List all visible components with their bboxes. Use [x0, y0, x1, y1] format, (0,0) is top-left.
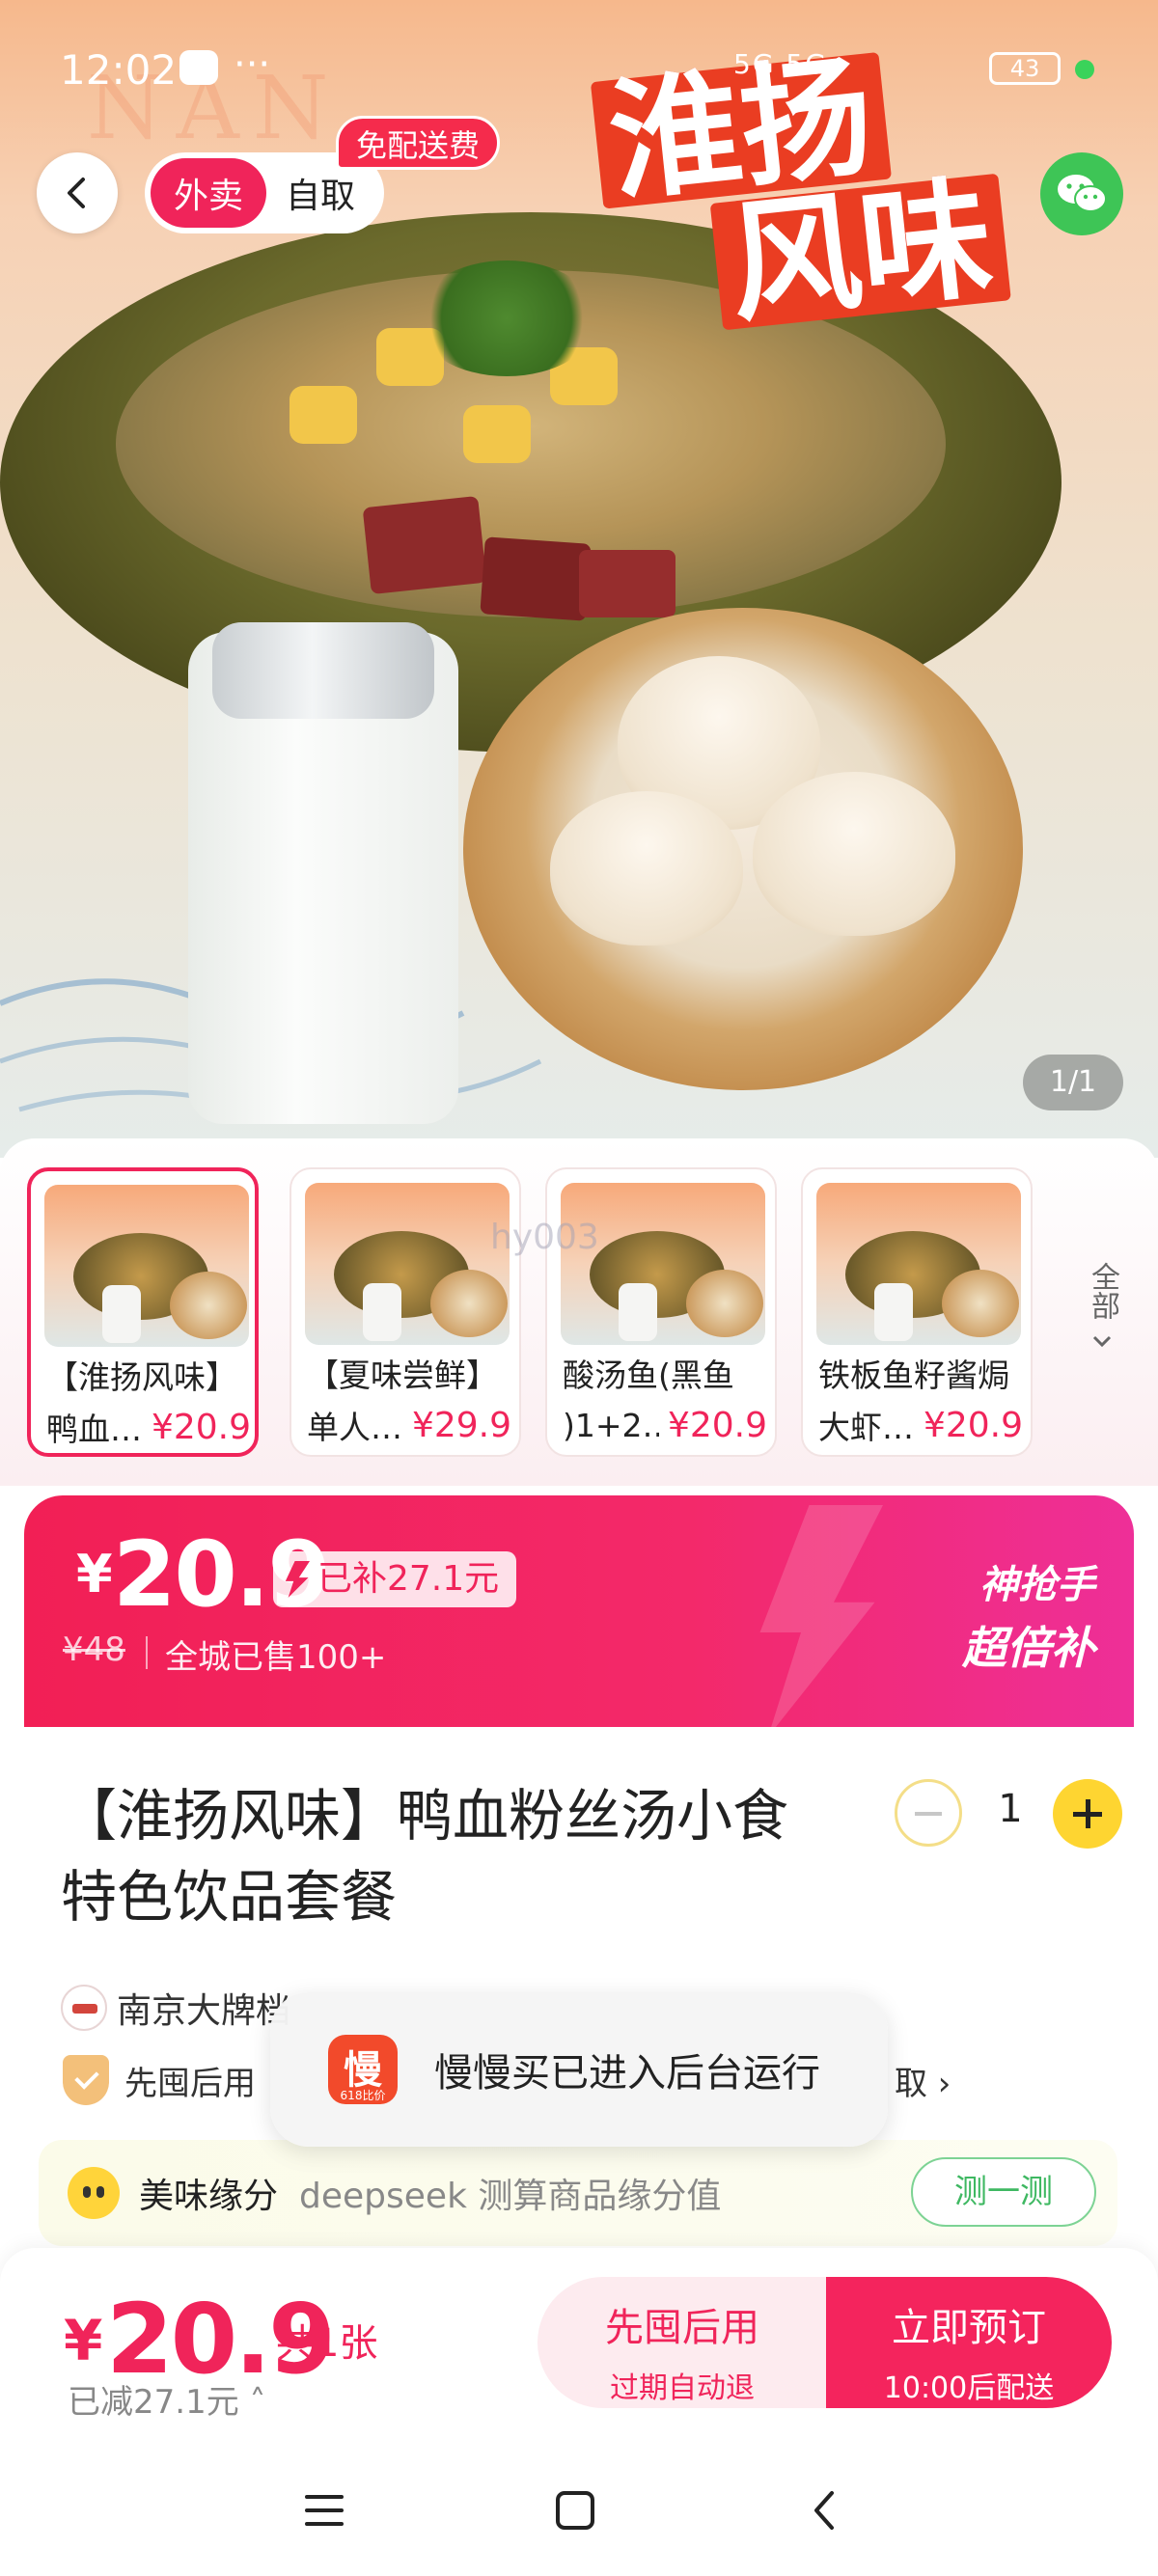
decrease-button[interactable]	[895, 1779, 962, 1847]
package-name: 酸汤鱼(黑鱼	[563, 1357, 734, 1394]
package-thumb-image	[561, 1183, 765, 1345]
herb-garnish	[415, 260, 598, 376]
discount-details[interactable]: 已减27.1元 ˄	[68, 2375, 266, 2423]
promo-tag-top: 神抢手	[979, 1563, 1095, 1607]
stock-up-label: 先囤后用	[605, 2306, 759, 2350]
quantity-value: 1	[998, 1787, 1023, 1831]
home-square-icon[interactable]	[546, 2481, 604, 2539]
package-selector: 【淮扬风味】 鸭血… ¥20.9 【夏味尝鲜】 单人… ¥29.9 酸汤鱼(黑鱼 )…	[0, 1138, 1158, 1486]
package-thumb-image	[44, 1185, 249, 1347]
quantity-stepper: 1	[868, 1777, 1128, 1850]
food-piece	[362, 495, 487, 595]
package-subname: 单人…	[307, 1409, 402, 1446]
status-time: 12:02	[60, 46, 178, 94]
match-test-button[interactable]: 测一测	[911, 2157, 1096, 2227]
price-banner: ¥ 20.9 已补27.1元 ¥48 全城已售100+ 神抢手 超倍补	[24, 1495, 1134, 1727]
battery-icon: 43	[989, 52, 1061, 85]
total-currency: ¥	[64, 2308, 103, 2373]
back-button[interactable]	[37, 152, 118, 233]
package-name: 【夏味尝鲜】	[307, 1357, 498, 1394]
share-button[interactable]	[1040, 152, 1123, 235]
shop-link[interactable]: 南京大牌档	[61, 1983, 290, 2033]
more-notifications: ···	[234, 42, 271, 87]
package-price: ¥20.9	[667, 1405, 767, 1445]
hero-title-line2: 风味	[709, 162, 1011, 342]
match-label: 美味缘分	[139, 2177, 279, 2216]
match-description: deepseek 测算商品缘分值	[299, 2177, 722, 2216]
credit-text: 先囤后用	[124, 2064, 256, 2103]
stock-up-sublabel: 过期自动退	[610, 2371, 755, 2405]
status-bar: 12:02 ··· 5G 5G 43	[0, 0, 1158, 135]
package-subname: )1+2…	[563, 1406, 659, 1444]
app-icon: 慢 618比价	[328, 2035, 398, 2104]
match-score-row: 美味缘分 deepseek 测算商品缘分值 测一测	[39, 2140, 1117, 2246]
package-thumb[interactable]: 【淮扬风味】 鸭血… ¥20.9	[27, 1167, 259, 1457]
package-thumb[interactable]: 酸汤鱼(黑鱼 )1+2…¥20.9	[545, 1167, 777, 1457]
menu-icon[interactable]	[295, 2481, 353, 2539]
sold-count: 全城已售100+	[165, 1638, 387, 1677]
price-currency: ¥	[76, 1544, 113, 1604]
face-icon	[68, 2167, 120, 2219]
toast-message: 慢慢买已进入后台运行	[434, 2051, 820, 2096]
app-icon-sub: 618比价	[340, 2089, 386, 2102]
package-thumb[interactable]: 【夏味尝鲜】 单人… ¥29.9	[290, 1167, 521, 1457]
order-now-label: 立即预订	[892, 2306, 1046, 2350]
all-packages-label: 全部	[1086, 1262, 1119, 1320]
subsidy-text: 已补27.1元	[317, 1559, 500, 1599]
promo-tag-bottom: 超倍补	[962, 1622, 1095, 1674]
soup-dumpling	[753, 772, 955, 936]
ticket-count: 共1张	[276, 2321, 378, 2366]
signal-icon: 5G 5G	[733, 48, 828, 80]
free-delivery-badge: 免配送费	[336, 116, 501, 170]
image-counter: 1/1	[1023, 1055, 1123, 1110]
jar-lid	[212, 622, 434, 719]
package-subname: 大虾…	[818, 1409, 914, 1446]
package-thumb[interactable]: 铁板鱼籽酱焗 大虾… ¥20.9	[801, 1167, 1033, 1457]
lightning-icon	[285, 1561, 310, 1598]
shield-icon	[63, 2055, 109, 2105]
shop-logo	[61, 1985, 107, 2031]
package-price: ¥20.9	[923, 1405, 1023, 1445]
status-dot	[1075, 60, 1094, 79]
toast-notification: 慢 618比价 慢慢买已进入后台运行	[270, 1992, 888, 2147]
product-title: 【淮扬风味】鸭血粉丝汤小食特色饮品套餐	[61, 1783, 789, 1930]
page: NAN 淮扬 风味 1/1 12:02 ··· 5G 5G 43 外卖 自取 免…	[0, 0, 1158, 2576]
all-packages-button[interactable]: 全部	[1073, 1262, 1131, 1360]
chevron-left-icon	[68, 178, 85, 208]
lightning-icon	[759, 1505, 883, 1727]
system-navigation-bar	[0, 2451, 1158, 2576]
food-piece	[579, 550, 676, 617]
package-thumb-image	[305, 1183, 510, 1345]
subsidy-badge: 已补27.1元	[273, 1551, 517, 1607]
original-price: ¥48	[63, 1631, 125, 1669]
package-name: 铁板鱼籽酱焗	[818, 1357, 1009, 1394]
credit-detail-link[interactable]: 取 ›	[895, 2057, 951, 2104]
mode-delivery-tab[interactable]: 外卖	[151, 158, 266, 228]
wechat-icon	[1058, 175, 1107, 212]
stock-up-button[interactable]: 先囤后用 过期自动退	[538, 2277, 827, 2408]
food-piece	[290, 386, 357, 444]
chevron-down-icon	[1092, 1335, 1112, 1348]
wechat-notification-icon	[179, 50, 218, 85]
overlay-watermark: hy003	[490, 1218, 599, 1257]
package-thumb-image	[816, 1183, 1021, 1345]
food-piece	[463, 405, 531, 463]
package-name: 【淮扬风味】	[46, 1358, 237, 1396]
package-price: ¥29.9	[411, 1405, 511, 1445]
nav-back-icon[interactable]	[797, 2481, 855, 2539]
soup-dumpling	[550, 791, 743, 945]
divider	[146, 1636, 148, 1669]
credit-info[interactable]: 先囤后用	[63, 2055, 256, 2105]
shop-name: 南京大牌档	[117, 1991, 291, 2031]
increase-button[interactable]	[1053, 1779, 1122, 1849]
order-now-button[interactable]: 立即预订 10:00后配送	[826, 2277, 1112, 2408]
package-subname: 鸭血…	[46, 1411, 142, 1448]
food-piece	[480, 536, 592, 621]
order-now-sublabel: 10:00后配送	[883, 2371, 1055, 2405]
package-price: ¥20.9	[151, 1407, 251, 1447]
